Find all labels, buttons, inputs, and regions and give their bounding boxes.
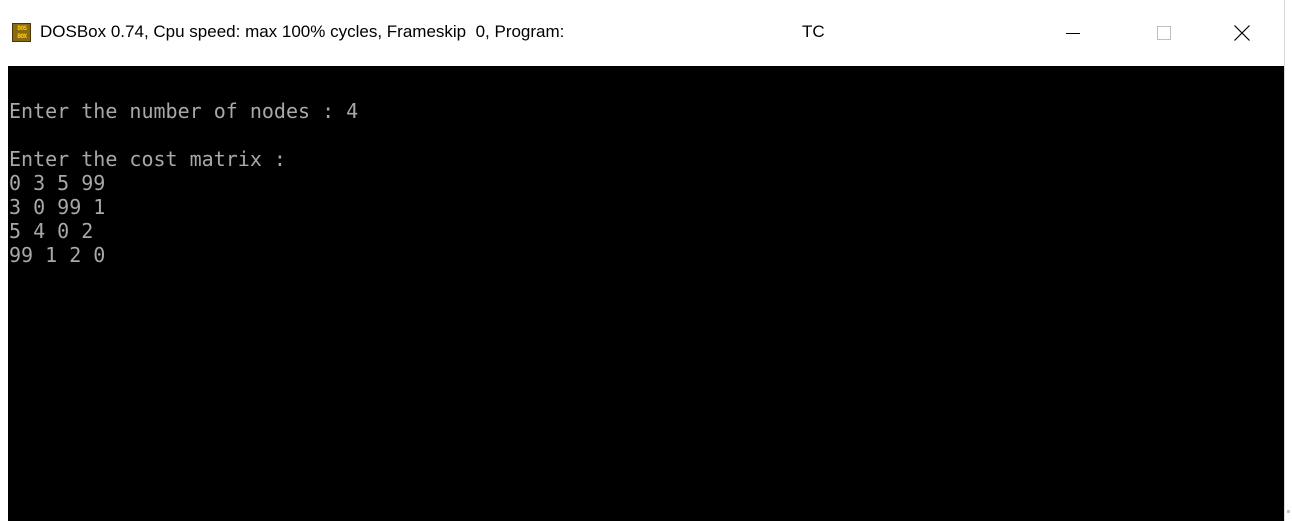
console-line: 3 0 99 1 (9, 195, 106, 219)
close-button[interactable] (1212, 6, 1272, 60)
dos-console[interactable]: Enter the number of nodes : 4 Enter the c… (8, 66, 1284, 521)
console-line: Enter the cost matrix : (9, 147, 286, 171)
minimize-icon (1066, 33, 1080, 34)
program-name: TC (802, 22, 825, 41)
maximize-icon (1157, 26, 1171, 40)
resize-grip[interactable] (1287, 510, 1290, 513)
console-line: 0 3 5 99 (9, 171, 106, 195)
dosbox-window: DOS BOX DOSBox 0.74, Cpu speed: max 100%… (0, 0, 1285, 521)
maximize-button[interactable] (1134, 6, 1194, 60)
console-line: Enter the number of nodes : 4 (9, 99, 359, 123)
icon-text-bottom: BOX (17, 33, 27, 40)
title-bar[interactable]: DOS BOX DOSBox 0.74, Cpu speed: max 100%… (0, 0, 1284, 66)
console-line: 5 4 0 2 (9, 219, 94, 243)
icon-text-top: DOS (17, 25, 27, 32)
console-line: 99 1 2 0 (9, 243, 106, 267)
console-output: Enter the number of nodes : 4 Enter the c… (9, 99, 358, 267)
close-icon (1234, 25, 1250, 41)
window-title: DOSBox 0.74, Cpu speed: max 100% cycles,… (40, 22, 565, 41)
minimize-button[interactable] (1043, 6, 1103, 60)
dosbox-icon[interactable]: DOS BOX (12, 23, 31, 42)
